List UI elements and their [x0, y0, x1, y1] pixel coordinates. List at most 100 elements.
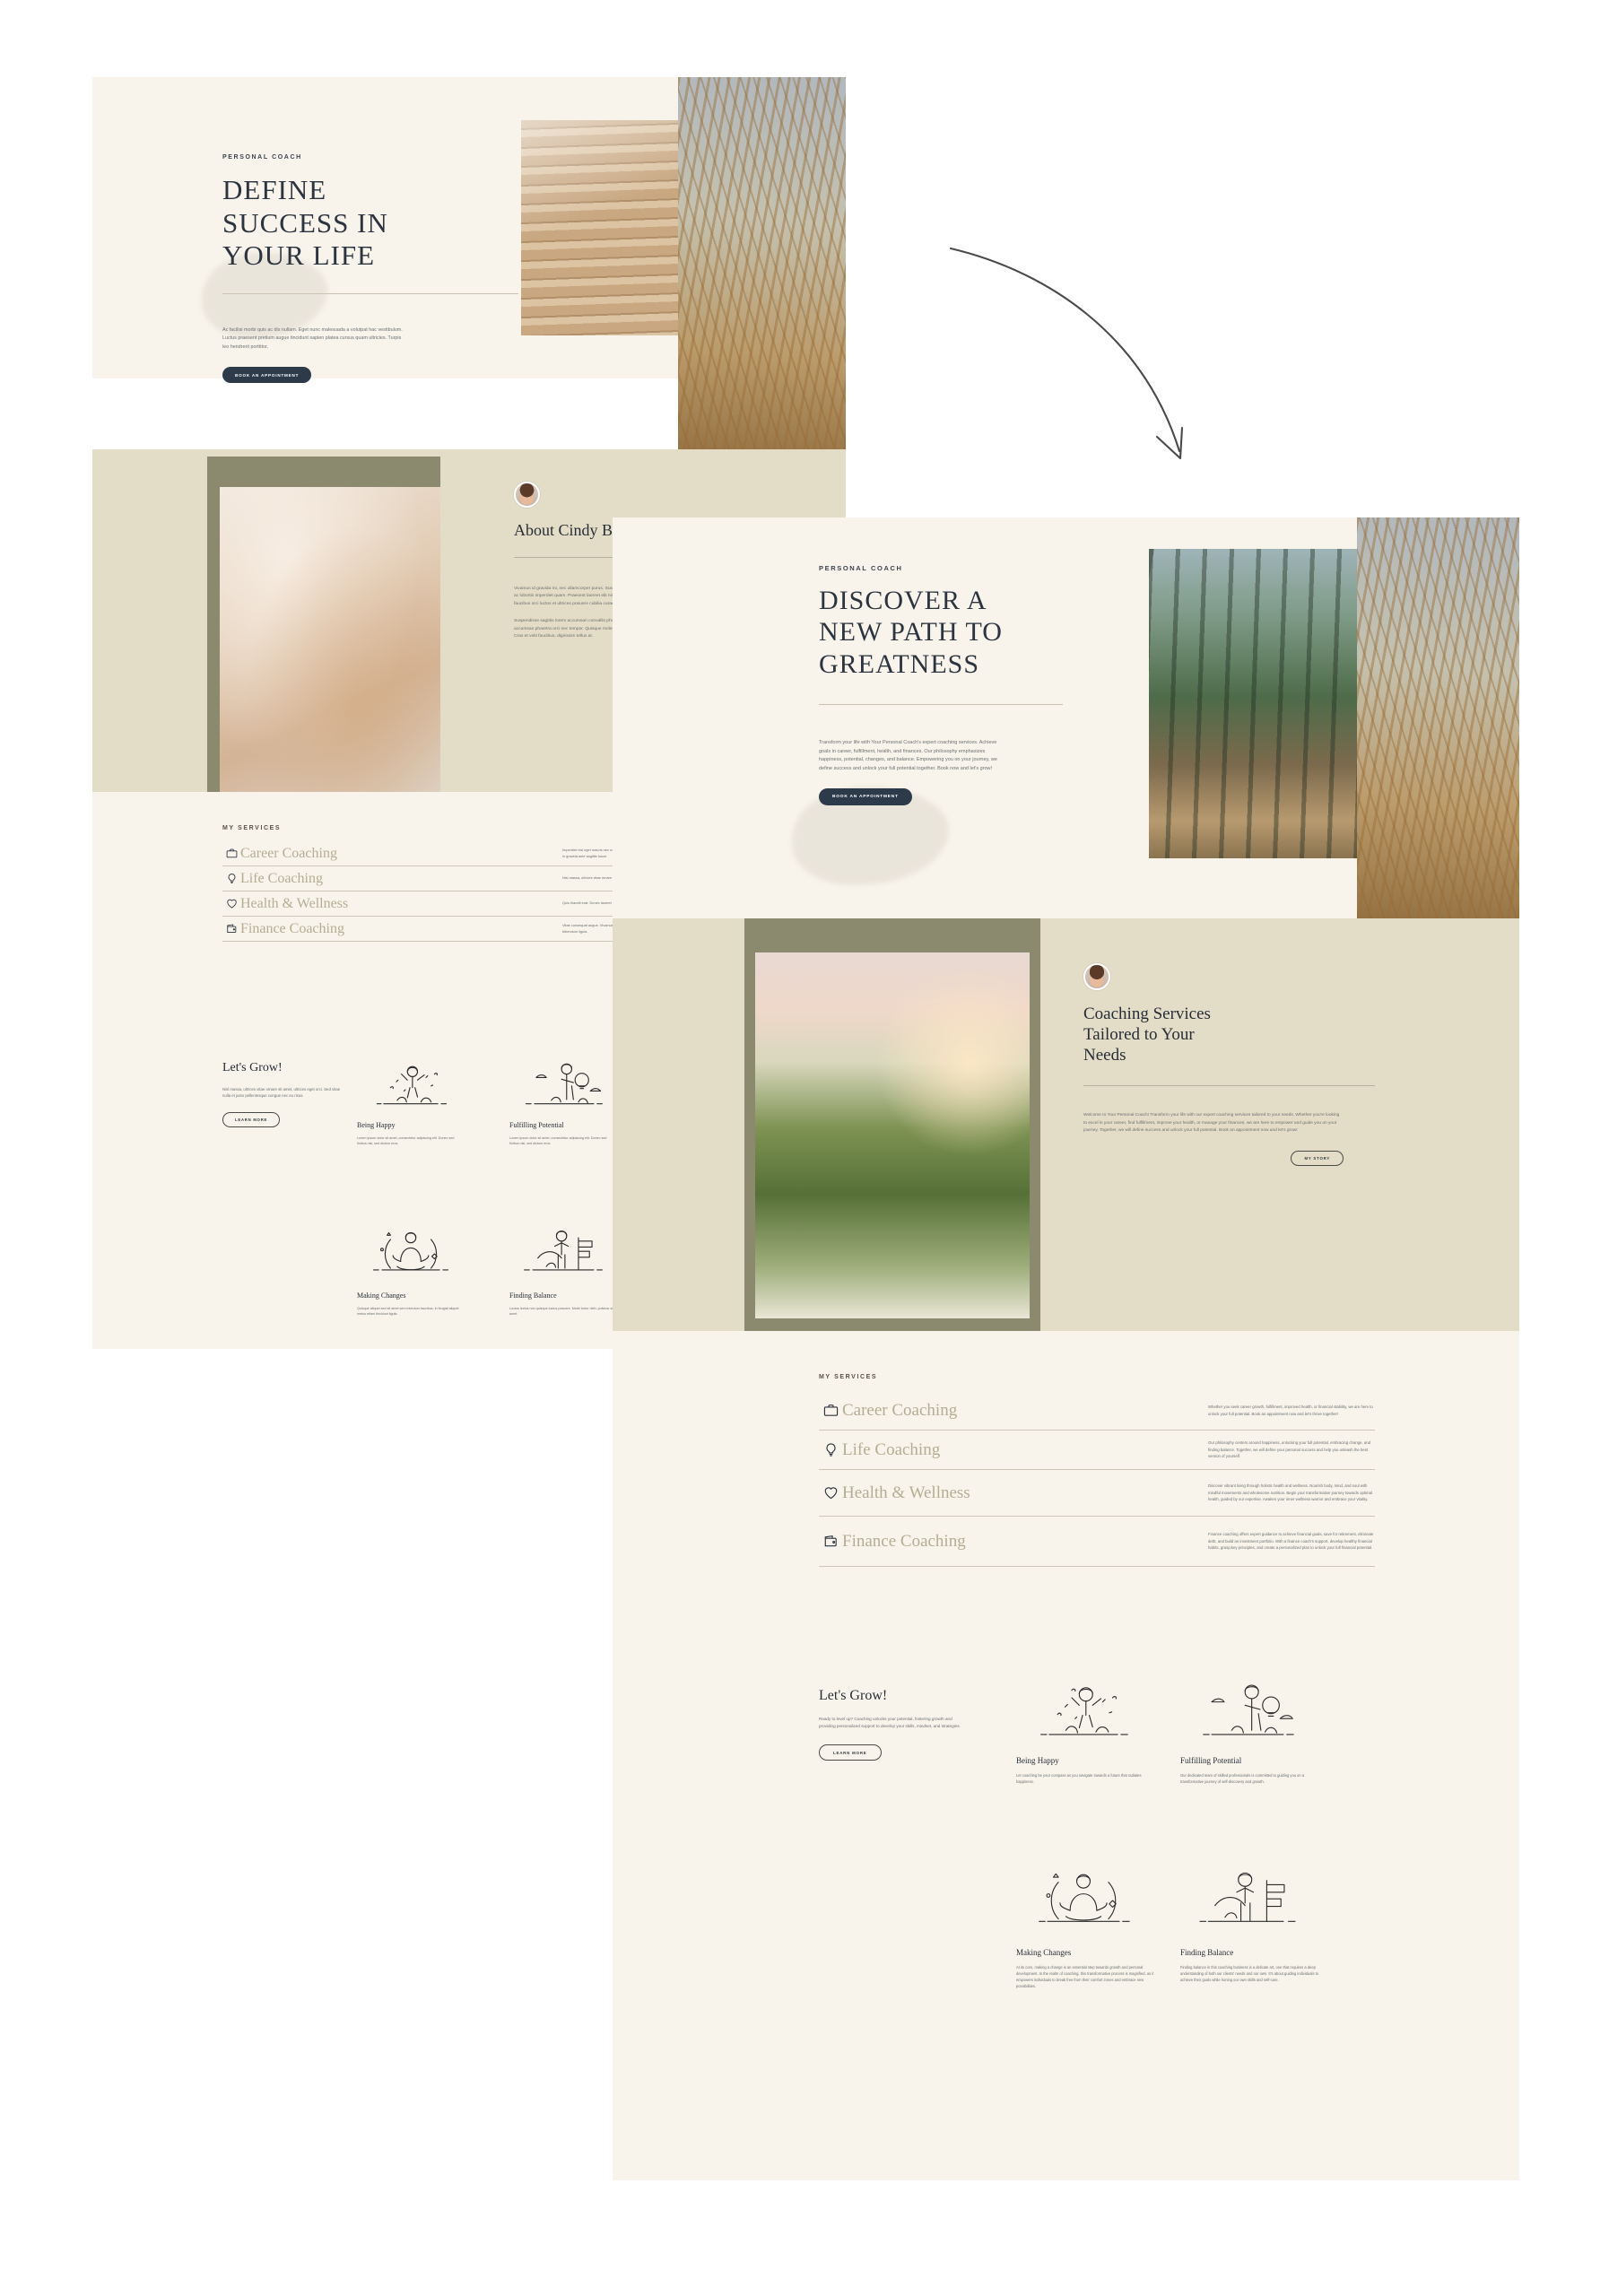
person-celebrating-illustration	[357, 1054, 465, 1113]
m2-hero-cta-button[interactable]: BOOK AN APPOINTMENT	[819, 787, 912, 805]
m1-hero-title-line-1: DEFINE	[222, 174, 327, 205]
m1-hero-title: DEFINE SUCCESS IN YOUR LIFE	[222, 174, 465, 273]
m2-grow-card-desc-4: Finding balance in this coaching busines…	[1180, 1964, 1319, 1983]
m2-grow-card-desc-3: At its core, making a change is an essen…	[1016, 1964, 1154, 1989]
person-meditating-illustration	[357, 1224, 465, 1283]
m2-grow-card-title-1: Being Happy	[1016, 1756, 1059, 1765]
m1-service-name-health: Health & Wellness	[240, 895, 349, 911]
m2-grow-card-being-happy[interactable]: Being Happy Let coaching be your compass…	[1016, 1674, 1155, 1785]
m2-service-desc-health: Discover vibrant living through holistic…	[1208, 1483, 1372, 1502]
m2-grow-card-finding-balance[interactable]: Finding Balance Finding balance in this …	[1180, 1866, 1319, 1983]
m2-hero-image-grass	[1357, 517, 1519, 918]
person-meditating-illustration	[1016, 1866, 1155, 1937]
m1-hero-cta-button[interactable]: BOOK AN APPOINTMENT	[222, 367, 312, 384]
m2-grow-section: Let's Grow! Ready to level up? Coaching …	[613, 1636, 1519, 2180]
m1-grow-card-desc-2: Lorem ipsum dolor sit amet, consectetur …	[509, 1135, 607, 1146]
m2-service-desc-career: Whether you seek career growth, fulfillm…	[1208, 1404, 1373, 1416]
m2-band-text-block: Coaching Services Tailored to Your Needs…	[1083, 963, 1375, 1166]
m1-grow-card-title-3: Making Changes	[357, 1292, 406, 1300]
m1-hero-section: PERSONAL COACH DEFINE SUCCESS IN YOUR LI…	[92, 77, 846, 457]
heart-icon	[819, 1485, 842, 1500]
m2-grow-card-title-2: Fulfilling Potential	[1180, 1756, 1242, 1765]
m2-grow-paragraph: Ready to level up? Coaching unlocks your…	[819, 1717, 961, 1729]
m2-hero-divider	[819, 704, 1063, 706]
m1-hero-eyebrow: PERSONAL COACH	[222, 154, 302, 161]
wallet-icon	[222, 923, 240, 935]
m1-about-photo-frame	[207, 457, 440, 792]
m1-about-avatar	[514, 482, 540, 508]
m2-band-photo-frame	[744, 918, 1040, 1331]
m2-band-divider	[1083, 1085, 1375, 1087]
m2-hero-title-line-2: NEW PATH TO	[819, 617, 1003, 648]
m2-band-title-line-1: Coaching Services	[1083, 1004, 1211, 1023]
m2-service-row-health[interactable]: Health & Wellness Discover vibrant livin…	[819, 1470, 1375, 1517]
lightbulb-icon	[222, 873, 240, 884]
m1-hero-image-blocks	[521, 120, 678, 335]
m2-hero-title-line-1: DISCOVER A	[819, 586, 987, 615]
m1-grow-card-desc-3: Quisque aliquet sed sit amet sem interdu…	[357, 1306, 459, 1317]
m2-hero-image-forest	[1149, 549, 1357, 858]
m2-band-title: Coaching Services Tailored to Your Needs	[1083, 1004, 1375, 1065]
m1-grow-card-desc-1: Lorem ipsum dolor sit amet, consectetur …	[357, 1135, 455, 1146]
m2-service-row-finance[interactable]: Finance Coaching Finance coaching offers…	[819, 1517, 1375, 1567]
m2-grow-card-fulfilling-potential[interactable]: Fulfilling Potential Our dedicated team …	[1180, 1674, 1319, 1785]
m2-grow-card-desc-2: Our dedicated team of skilled profession…	[1180, 1772, 1305, 1784]
m1-grow-card-being-happy[interactable]: Being Happy Lorem ipsum dolor sit amet, …	[357, 1054, 465, 1147]
m2-band-cta-button[interactable]: MY STORY	[1291, 1150, 1344, 1166]
m2-service-name-life: Life Coaching	[842, 1439, 941, 1459]
m1-grow-card-finding-balance[interactable]: Finding Balance Luctus lectus non quisqu…	[509, 1224, 617, 1318]
m2-grow-card-desc-1: Let coaching be your compass as you navi…	[1016, 1772, 1142, 1784]
m2-grow-card-making-changes[interactable]: Making Changes At its core, making a cha…	[1016, 1866, 1155, 1989]
briefcase-icon	[222, 848, 240, 859]
m2-hero-section: PERSONAL COACH DISCOVER A NEW PATH TO GR…	[613, 517, 1519, 918]
m1-grow-card-fulfilling-potential[interactable]: Fulfilling Potential Lorem ipsum dolor s…	[509, 1054, 617, 1147]
m1-about-photo	[220, 487, 440, 792]
screenshot-canvas: PERSONAL COACH DEFINE SUCCESS IN YOUR LI…	[0, 0, 1609, 2296]
m1-grow-card-making-changes[interactable]: Making Changes Quisque aliquet sed sit a…	[357, 1224, 465, 1318]
person-holding-lightbulb-illustration	[1180, 1674, 1319, 1745]
m2-service-name-finance: Finance Coaching	[842, 1531, 966, 1551]
m2-hero-paragraph: Transform your life with Your Personal C…	[819, 740, 997, 772]
person-at-signpost-illustration	[1180, 1866, 1319, 1937]
m1-hero-text-block: PERSONAL COACH DEFINE SUCCESS IN YOUR LI…	[222, 154, 518, 384]
m2-hero-text-block: PERSONAL COACH DISCOVER A NEW PATH TO GR…	[819, 564, 1079, 805]
lightbulb-icon	[819, 1442, 842, 1457]
m1-grow-title: Let's Grow!	[222, 1061, 283, 1074]
m2-band-title-line-3: Needs	[1083, 1045, 1126, 1065]
m1-grow-card-title-2: Fulfilling Potential	[509, 1121, 564, 1129]
person-holding-lightbulb-illustration	[509, 1054, 617, 1113]
m2-service-name-career: Career Coaching	[842, 1400, 958, 1420]
m1-hero-title-line-2: SUCCESS IN	[222, 206, 388, 239]
m2-band-section: Coaching Services Tailored to Your Needs…	[613, 918, 1519, 1331]
m2-grow-title: Let's Grow!	[819, 1688, 888, 1703]
m2-band-paragraph: Welcome to Your Personal Coach! Transfor…	[1083, 1113, 1340, 1134]
m2-hero-title-line-3: GREATNESS	[819, 648, 980, 679]
m1-grow-cta-button[interactable]: LEARN MORE	[222, 1111, 281, 1127]
m1-hero-divider	[222, 292, 518, 294]
m1-grow-card-title-4: Finding Balance	[509, 1292, 557, 1300]
wallet-icon	[819, 1534, 842, 1549]
m2-services-section: MY SERVICES Career Coaching Whether you …	[613, 1331, 1519, 1636]
m2-service-row-life[interactable]: Life Coaching Our philosophy centers aro…	[819, 1431, 1375, 1470]
m2-band-avatar	[1083, 963, 1110, 990]
m2-grow-cta-button[interactable]: LEARN MORE	[819, 1744, 882, 1761]
briefcase-icon	[819, 1403, 842, 1418]
m1-hero-paragraph: Ac facilisi morbi quis ac dis nullam. Eg…	[222, 326, 403, 350]
m2-service-row-career[interactable]: Career Coaching Whether you seek career …	[819, 1391, 1375, 1431]
m2-services-label: MY SERVICES	[819, 1374, 878, 1380]
person-at-signpost-illustration	[509, 1224, 617, 1283]
m2-band-photo	[755, 952, 1030, 1318]
m2-service-desc-finance: Finance coaching offers expert guidance …	[1208, 1532, 1374, 1551]
person-celebrating-illustration	[1016, 1674, 1155, 1745]
m1-service-name-career: Career Coaching	[240, 845, 337, 861]
m1-hero-image-grass	[678, 77, 846, 457]
m1-hero-title-line-3: YOUR LIFE	[222, 239, 376, 272]
m2-hero-eyebrow: PERSONAL COACH	[819, 564, 903, 572]
m1-service-name-finance: Finance Coaching	[240, 920, 344, 936]
m2-grow-card-title-4: Finding Balance	[1180, 1948, 1234, 1957]
m2-band-title-line-2: Tailored to Your	[1083, 1024, 1195, 1044]
m2-grow-card-title-3: Making Changes	[1016, 1948, 1072, 1957]
mockup-two: PERSONAL COACH DISCOVER A NEW PATH TO GR…	[613, 517, 1519, 2180]
m2-service-desc-life: Our philosophy centers around happiness,…	[1208, 1440, 1371, 1459]
m1-grow-paragraph: Nisl massa, ultrices vitae ornare sit am…	[222, 1086, 341, 1099]
